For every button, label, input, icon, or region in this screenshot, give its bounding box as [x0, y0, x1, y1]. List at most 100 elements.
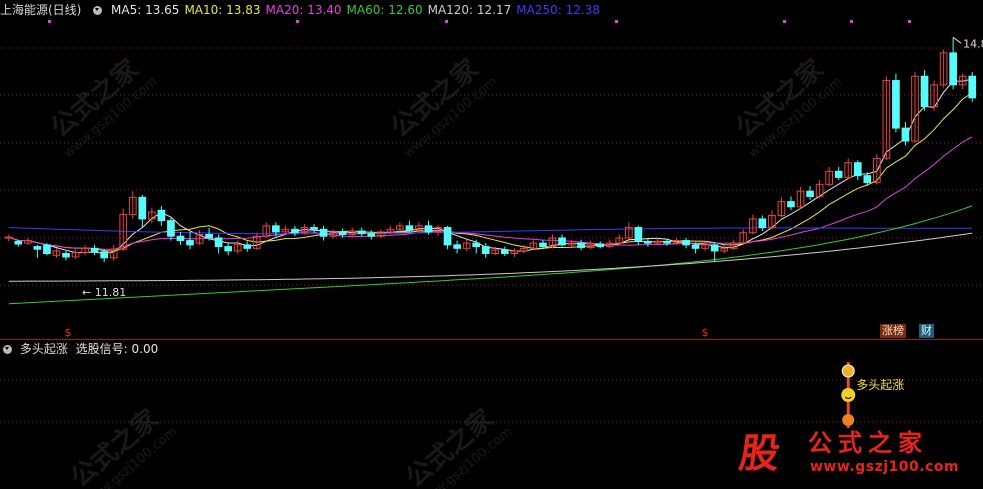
watermark: 公式之家www.gszj100.com — [45, 53, 161, 161]
candle-body — [863, 175, 872, 184]
stock-title[interactable]: 上海能源(日线) — [0, 3, 81, 17]
candle-body — [205, 233, 213, 239]
candle-body — [968, 75, 977, 99]
candle-body — [291, 228, 299, 234]
smiley-icon — [841, 388, 856, 402]
event-mark: $ — [702, 326, 709, 339]
moving-average-lines — [8, 78, 973, 305]
limit-up-tag[interactable]: 涨榜 — [880, 324, 906, 338]
candle-body — [682, 240, 690, 246]
watermark: 公式之家www.gszj100.com — [730, 53, 846, 161]
dropdown-circle-icon[interactable] — [3, 345, 12, 354]
candle-body — [834, 170, 843, 178]
ma-legend-item: MA60: 12.60 — [346, 3, 423, 17]
candle-body — [663, 240, 671, 244]
watermark: 公式之家www.gszj100.com — [65, 403, 181, 489]
top-dot-marker — [445, 20, 448, 23]
candle-body — [472, 242, 481, 248]
top-dot-marker — [908, 20, 911, 23]
candle-body — [338, 231, 347, 235]
high-price-label: 14.80 — [963, 37, 983, 50]
candle-body — [691, 244, 700, 249]
candle-body — [224, 246, 233, 252]
ma-legend-item: MA20: 13.40 — [265, 3, 342, 17]
signal-label: 多头起涨 — [856, 377, 904, 392]
top-dot-marker — [296, 20, 299, 23]
candle-body — [853, 162, 862, 177]
top-dot-marker — [783, 20, 786, 23]
candle-body — [367, 233, 376, 237]
candle-body — [214, 237, 223, 248]
ma-legend-item: MA250: 12.38 — [516, 3, 600, 17]
price-grid — [0, 47, 983, 423]
candle-body — [157, 209, 166, 222]
ma60-line — [8, 205, 973, 305]
candle-body — [920, 75, 929, 107]
logo-url: www.gszj100.com — [810, 459, 960, 475]
watermark-layer: 公式之家www.gszj100.com 公式之家www.gszj100.com 公式… — [45, 53, 846, 489]
site-logo: 股 公式之家 www.gszj100.com — [736, 421, 958, 483]
candle-body — [310, 227, 318, 230]
candle-body — [577, 242, 585, 248]
candle-body — [539, 242, 547, 248]
logo-text: 公式之家 — [808, 429, 928, 457]
indicator-signal: 多头起涨 — [841, 362, 904, 428]
candle-body — [443, 227, 452, 246]
ma5-line — [8, 78, 973, 255]
watermark: 公式之家www.gszj100.com — [385, 53, 501, 161]
candle-body — [901, 127, 910, 142]
low-price-label: ← 11.81 — [82, 286, 126, 299]
candle-body — [186, 240, 194, 246]
candle-body — [424, 225, 433, 233]
candle-body — [558, 237, 566, 246]
ma120-line — [8, 232, 973, 282]
candle-body — [787, 201, 795, 208]
candle-body — [500, 249, 509, 255]
candle-body — [357, 230, 366, 235]
candle-body — [62, 253, 70, 258]
logo-mark: 股 — [736, 430, 783, 477]
candle-body — [453, 244, 461, 249]
candle-body — [644, 240, 652, 244]
candle-body — [243, 244, 252, 249]
candle-body — [100, 251, 109, 259]
finance-tag[interactable]: 财 — [919, 324, 934, 338]
ma-legend-bar: 上海能源(日线) MA5: 13.65 MA10: 13.83 MA20: 13.4… — [0, 0, 983, 20]
signal-value: 选股信号: 0.00 — [75, 342, 159, 356]
candle-body — [319, 228, 328, 237]
ma10-line — [8, 92, 973, 252]
candle-body — [710, 244, 719, 252]
top-dot-marker — [615, 20, 618, 23]
candle-body — [949, 52, 957, 86]
candle-body — [892, 80, 900, 129]
candle-body — [634, 227, 643, 242]
candle-body — [43, 244, 51, 255]
candle-body — [90, 247, 99, 253]
candle-body — [806, 190, 814, 197]
candle-body — [167, 220, 175, 237]
top-dot-marker — [48, 20, 51, 23]
ma-legend-item: MA120: 12.17 — [427, 3, 512, 17]
event-mark: $ — [65, 326, 72, 339]
indicator-name[interactable]: 多头起涨 — [20, 342, 68, 356]
candle-body — [176, 235, 185, 242]
candle-body — [4, 236, 13, 239]
candle-body — [14, 240, 23, 245]
ma-legend-item: MA5: 13.65 — [111, 3, 180, 17]
candle-body — [33, 246, 42, 250]
ma250-line — [8, 227, 973, 235]
candle-body — [272, 225, 280, 233]
watermark: 公式之家www.gszj100.com — [400, 403, 516, 489]
ma-legend-item: MA10: 13.83 — [184, 3, 261, 17]
kline-chart[interactable]: 公式之家www.gszj100.com 公式之家www.gszj100.com 公式… — [0, 0, 983, 489]
top-dot-marker — [850, 20, 853, 23]
high-marker — [952, 36, 962, 44]
indicator-header: 多头起涨 选股信号: 0.00 — [0, 340, 983, 358]
price-annotations: 14.80 ← 11.81 $ $ — [48, 20, 983, 339]
dropdown-circle-icon[interactable] — [93, 6, 103, 15]
candle-body — [758, 218, 767, 229]
candle-body — [481, 246, 490, 255]
coin-icon — [841, 364, 855, 378]
candle-body — [405, 225, 414, 231]
candle-body — [596, 243, 605, 248]
